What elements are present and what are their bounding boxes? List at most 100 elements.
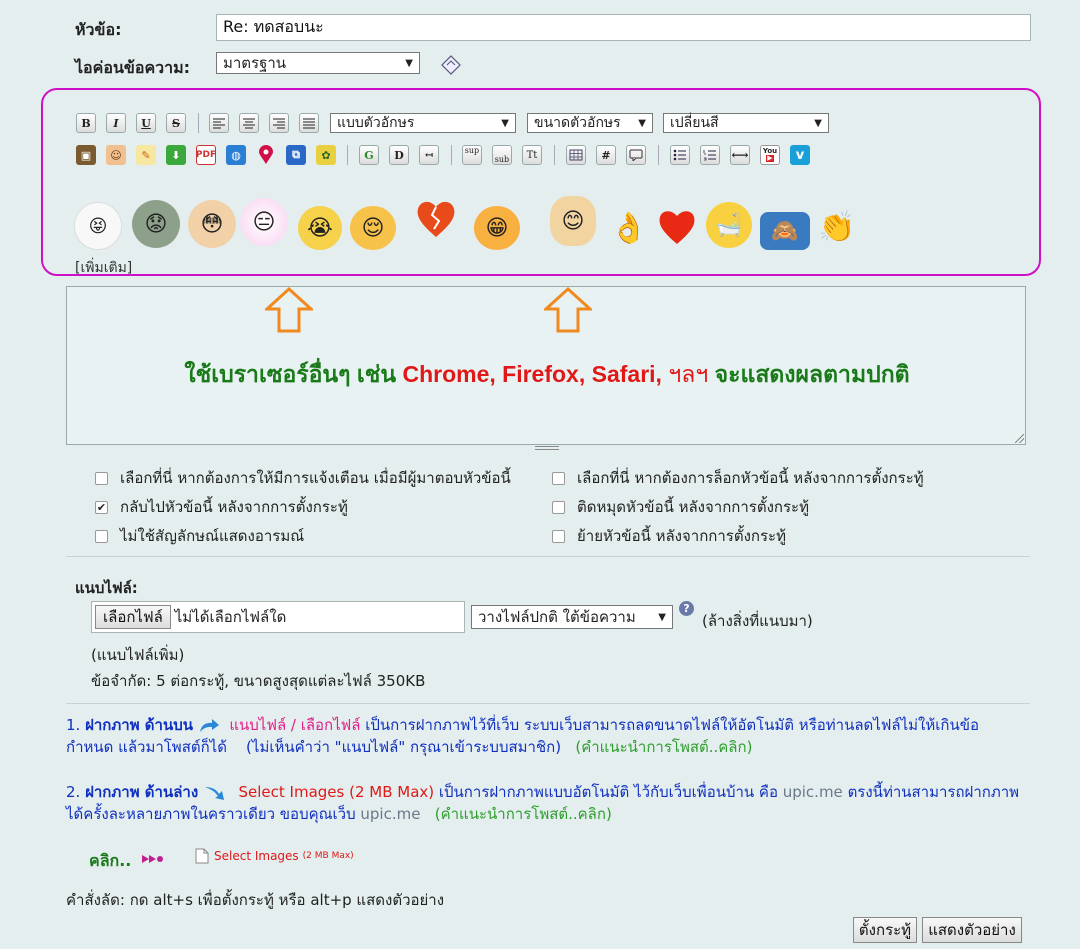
smiley-rainbow-icon[interactable]: 😑: [240, 198, 288, 246]
horizontal-rule-icon[interactable]: ⟷: [730, 145, 750, 165]
smiley-grin-icon[interactable]: 😁: [474, 206, 520, 250]
preview-button[interactable]: แสดงตัวอย่าง: [922, 917, 1022, 943]
help2-link[interactable]: Select Images (2 MB Max): [239, 783, 435, 801]
teletype-icon[interactable]: Tt: [522, 145, 542, 165]
return-icon[interactable]: ↤: [419, 145, 439, 165]
help1-note: (ไม่เห็นคำว่า "แนบไฟล์" กรุณาเข้าระบบสมา…: [246, 738, 562, 756]
help2-site[interactable]: upic.me: [783, 783, 843, 801]
bullet-list-icon[interactable]: [670, 145, 690, 165]
option-label: ติดหมุดหัวข้อนี้ หลังจากการตั้งกระทู้: [577, 498, 810, 516]
youtube-icon[interactable]: You ▶: [760, 145, 780, 165]
download-icon[interactable]: ⬇: [166, 145, 186, 165]
help1-link[interactable]: แนบไฟล์ / เลือกไฟล์: [229, 716, 360, 734]
strikethrough-button[interactable]: S: [166, 113, 186, 133]
align-center-button[interactable]: [239, 113, 259, 133]
document-icon: [195, 848, 209, 864]
font-color-label: เปลี่ยนสี: [670, 115, 719, 131]
select-images-button[interactable]: Select Images (2 MB Max): [195, 848, 354, 864]
clapping-hands-icon[interactable]: 👏: [814, 206, 860, 248]
checkbox-checked[interactable]: ✔: [95, 500, 108, 514]
option-lock[interactable]: เลือกที่นี่ หากต้องการล็อกหัวข้อนี้ หลัง…: [552, 466, 924, 490]
divider: [66, 556, 1030, 557]
help2-tip-link[interactable]: (คำแนะนำการโพสต์..คลิก): [435, 805, 612, 823]
file-input[interactable]: เลือกไฟล์ ไม่ได้เลือกไฟล์ใด: [91, 601, 465, 633]
hash-icon[interactable]: #: [596, 145, 616, 165]
message-textarea[interactable]: ใช้เบราเซอร์อื่นๆ เช่น Chrome, Firefox, …: [66, 286, 1026, 450]
smiley-pool-icon[interactable]: 🙈: [760, 212, 810, 250]
chevron-down-icon: ▼: [405, 57, 413, 69]
smiley-ok-icon[interactable]: 😝: [74, 202, 122, 250]
font-size-select[interactable]: ขนาดตัวอักษร ▼: [527, 113, 653, 133]
smiley-sleepy-icon[interactable]: 😌: [350, 206, 396, 250]
notice-browsers: Chrome, Firefox, Safari,: [402, 361, 662, 387]
message-icon-select[interactable]: มาตรฐาน ▼: [216, 52, 420, 74]
underline-button[interactable]: U: [136, 113, 156, 133]
font-face-select[interactable]: แบบตัวอักษร ▼: [330, 113, 516, 133]
quote-icon[interactable]: [626, 145, 646, 165]
align-right-button[interactable]: [269, 113, 289, 133]
heart-icon[interactable]: [656, 206, 698, 248]
ok-hand-icon[interactable]: 👌: [606, 208, 652, 248]
help2-site2[interactable]: upic.me: [360, 805, 420, 823]
smiley-green-hat-icon[interactable]: 😊: [550, 196, 596, 246]
justify-button[interactable]: [299, 113, 319, 133]
table-icon[interactable]: [566, 145, 586, 165]
google-icon[interactable]: G: [359, 145, 379, 165]
toolbar-divider: [347, 145, 348, 165]
pencil-icon[interactable]: ✎: [136, 145, 156, 165]
checkbox[interactable]: [552, 500, 565, 514]
smiley-boy-icon[interactable]: 😳: [188, 200, 236, 248]
checkbox[interactable]: [552, 529, 565, 543]
submit-button[interactable]: ตั้งกระทู้: [853, 917, 917, 943]
curved-arrow-down-icon: [203, 785, 229, 801]
checkbox[interactable]: [95, 529, 108, 543]
bold-button[interactable]: B: [76, 113, 96, 133]
attach-label: แนบไฟล์:: [75, 579, 138, 597]
vimeo-icon[interactable]: v: [790, 145, 810, 165]
attach-more-link[interactable]: (แนบไฟล์เพิ่ม): [91, 643, 184, 667]
smiley-worried-icon[interactable]: 😟: [132, 200, 180, 248]
smiley-crying-icon[interactable]: 😭: [298, 206, 342, 250]
resize-grip-icon[interactable]: [1015, 434, 1024, 443]
file-placement-value: วางไฟล์ปกติ ใต้ข้อความ: [478, 608, 636, 626]
globe-icon[interactable]: ◍: [226, 145, 246, 165]
choose-file-button[interactable]: เลือกไฟล์: [95, 605, 171, 629]
option-no-smilies[interactable]: ไม่ใช้สัญลักษณ์แสดงอารมณ์: [95, 524, 304, 548]
file-placement-select[interactable]: วางไฟล์ปกติ ใต้ข้อความ ▼: [471, 605, 673, 629]
option-return[interactable]: ✔ กลับไปหัวข้อนี้ หลังจากการตั้งกระทู้: [95, 495, 348, 519]
superscript-icon[interactable]: sup: [462, 145, 482, 165]
option-label: เลือกที่นี่ หากต้องการล็อกหัวข้อนี้ หลัง…: [577, 469, 924, 487]
checkbox[interactable]: [95, 471, 108, 485]
font-color-select[interactable]: เปลี่ยนสี ▼: [663, 113, 829, 133]
clear-attachments-link[interactable]: (ล้างสิ่งที่แนบมา): [702, 609, 813, 633]
option-notify[interactable]: เลือกที่นี่ หากต้องการให้มีการแจ้งเตือน …: [95, 466, 511, 490]
help-icon[interactable]: ?: [679, 601, 694, 616]
subject-input[interactable]: Re: ทดสอบนะ: [216, 14, 1031, 41]
italic-button[interactable]: I: [106, 113, 126, 133]
resize-handle[interactable]: [535, 446, 559, 450]
numbered-list-icon[interactable]: [700, 145, 720, 165]
smiley-bath-icon[interactable]: 🛁: [706, 202, 752, 248]
option-move[interactable]: ย้ายหัวข้อนี้ หลังจากการตั้งกระทู้: [552, 524, 786, 548]
arrow-up-icon: [265, 287, 313, 333]
double-arrow-right-icon: [141, 852, 165, 866]
align-right-icon: [273, 118, 285, 129]
broken-heart-icon[interactable]: [414, 197, 458, 241]
align-left-icon: [213, 118, 225, 129]
flash-icon[interactable]: ✿: [316, 145, 336, 165]
map-pin-icon[interactable]: [256, 145, 276, 165]
dictionary-icon[interactable]: D: [389, 145, 409, 165]
copy-icon[interactable]: ⧉: [286, 145, 306, 165]
checkbox[interactable]: [552, 471, 565, 485]
help1-tip-link[interactable]: (คำแนะนำการโพสต์..คลิก): [575, 738, 752, 756]
diamond-icon: [441, 55, 461, 75]
align-left-button[interactable]: [209, 113, 229, 133]
more-smilies-link[interactable]: [เพิ่มเติม]: [75, 257, 132, 279]
option-pin[interactable]: ติดหมุดหัวข้อนี้ หลังจากการตั้งกระทู้: [552, 495, 809, 519]
arrow-up-icon: [544, 287, 592, 333]
face-icon[interactable]: ☺: [106, 145, 126, 165]
image-icon[interactable]: ▣: [76, 145, 96, 165]
option-label: ย้ายหัวข้อนี้ หลังจากการตั้งกระทู้: [577, 527, 787, 545]
pdf-icon[interactable]: PDF: [196, 145, 216, 165]
subscript-icon[interactable]: sub: [492, 145, 512, 165]
